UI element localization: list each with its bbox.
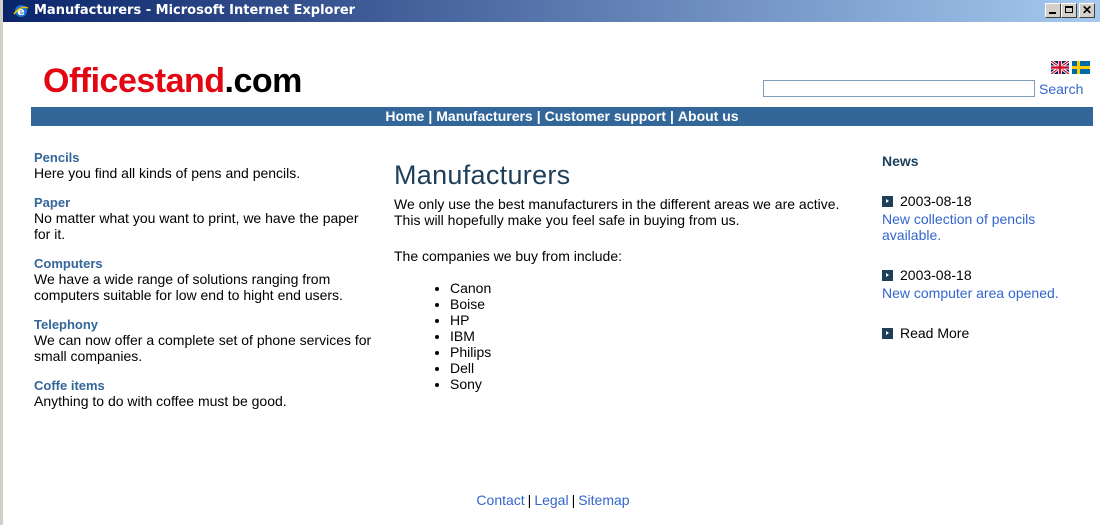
close-button[interactable]: ✕ <box>1079 3 1095 18</box>
nav-separator: | <box>669 108 674 124</box>
site-logo[interactable]: Officestand.com <box>43 62 302 101</box>
main-content: Manufacturers We only use the best manuf… <box>394 158 869 392</box>
language-selector <box>1051 61 1093 75</box>
category-link-paper[interactable]: Paper <box>34 195 374 210</box>
category-description: We can now offer a complete set of phone… <box>34 332 372 364</box>
category-description: We have a wide range of solutions rangin… <box>34 271 343 303</box>
maximize-icon <box>1065 6 1073 13</box>
news-panel: News 2003-08-18 New collection of pencil… <box>882 153 1082 341</box>
page-title: Manufacturers <box>394 160 571 190</box>
search-input[interactable] <box>763 80 1035 97</box>
category-link-pencils[interactable]: Pencils <box>34 150 374 165</box>
minimize-icon <box>1049 12 1056 14</box>
news-date: 2003-08-18 <box>900 267 972 283</box>
category-item: Coffe items Anything to do with coffee m… <box>34 378 374 409</box>
footer-separator: | <box>527 492 532 508</box>
category-item: Pencils Here you find all kinds of pens … <box>34 150 374 181</box>
category-link-telephony[interactable]: Telephony <box>34 317 374 332</box>
category-description: Here you find all kinds of pens and penc… <box>34 165 301 181</box>
window-title: Manufacturers - Microsoft Internet Explo… <box>34 3 356 18</box>
nav-separator: | <box>536 108 541 124</box>
minimize-button[interactable] <box>1045 3 1061 18</box>
companies-label: The companies we buy from include: <box>394 248 622 264</box>
list-item: Sony <box>450 376 869 392</box>
read-more-label: Read More <box>900 325 970 341</box>
search-button[interactable]: Search <box>1039 81 1083 97</box>
category-item: Computers We have a wide range of soluti… <box>34 256 374 303</box>
list-item: Philips <box>450 344 869 360</box>
news-headline-link[interactable]: New collection of pencils available. <box>882 211 1082 243</box>
nav-home[interactable]: Home <box>385 108 424 124</box>
category-link-computers[interactable]: Computers <box>34 256 374 271</box>
nav-separator: | <box>428 108 433 124</box>
category-description: Anything to do with coffee must be good. <box>34 393 287 409</box>
footer-link-legal[interactable]: Legal <box>534 492 568 508</box>
list-item: Canon <box>450 280 869 296</box>
list-item: Dell <box>450 360 869 376</box>
list-item: Boise <box>450 296 869 312</box>
category-item: Telephony We can now offer a complete se… <box>34 317 374 364</box>
news-headline-link[interactable]: New computer area opened. <box>882 285 1082 301</box>
news-item: 2003-08-18 New computer area opened. <box>882 267 1082 301</box>
arrow-bullet-icon <box>882 270 893 281</box>
intro-text: We only use the best manufacturers in th… <box>394 196 840 228</box>
arrow-bullet-icon <box>882 328 893 339</box>
main-navigation: Home | Manufacturers | Customer support | Abou… <box>31 107 1093 126</box>
footer-links: Contact | Legal | Sitemap <box>3 492 1100 508</box>
news-item: 2003-08-18 New collection of pencils ava… <box>882 193 1082 243</box>
en-flag-icon[interactable] <box>1051 61 1069 74</box>
maximize-button[interactable] <box>1061 3 1077 18</box>
se-flag-icon[interactable] <box>1072 61 1090 74</box>
internet-explorer-icon: e <box>13 5 29 18</box>
footer-separator: | <box>571 492 576 508</box>
close-icon: ✕ <box>1081 3 1093 17</box>
read-more-link[interactable]: Read More <box>882 325 1082 341</box>
footer-link-sitemap[interactable]: Sitemap <box>578 492 629 508</box>
news-heading: News <box>882 153 919 169</box>
list-item: HP <box>450 312 869 328</box>
title-bar: e Manufacturers - Microsoft Internet Exp… <box>3 0 1100 22</box>
list-item: IBM <box>450 328 869 344</box>
nav-customer-support[interactable]: Customer support <box>545 108 666 124</box>
nav-manufacturers[interactable]: Manufacturers <box>436 108 532 124</box>
category-sidebar: Pencils Here you find all kinds of pens … <box>34 150 374 423</box>
news-date: 2003-08-18 <box>900 193 972 209</box>
browser-window: e Manufacturers - Microsoft Internet Exp… <box>0 0 1100 525</box>
logo-tld: .com <box>224 62 303 100</box>
nav-about-us[interactable]: About us <box>678 108 739 124</box>
category-link-coffe-items[interactable]: Coffe items <box>34 378 374 393</box>
companies-list: Canon Boise HP IBM Philips Dell Sony <box>394 280 869 392</box>
arrow-bullet-icon <box>882 196 893 207</box>
logo-brand: Officestand <box>43 62 225 100</box>
footer-link-contact[interactable]: Contact <box>476 492 524 508</box>
category-item: Paper No matter what you want to print, … <box>34 195 374 242</box>
category-description: No matter what you want to print, we hav… <box>34 210 359 242</box>
